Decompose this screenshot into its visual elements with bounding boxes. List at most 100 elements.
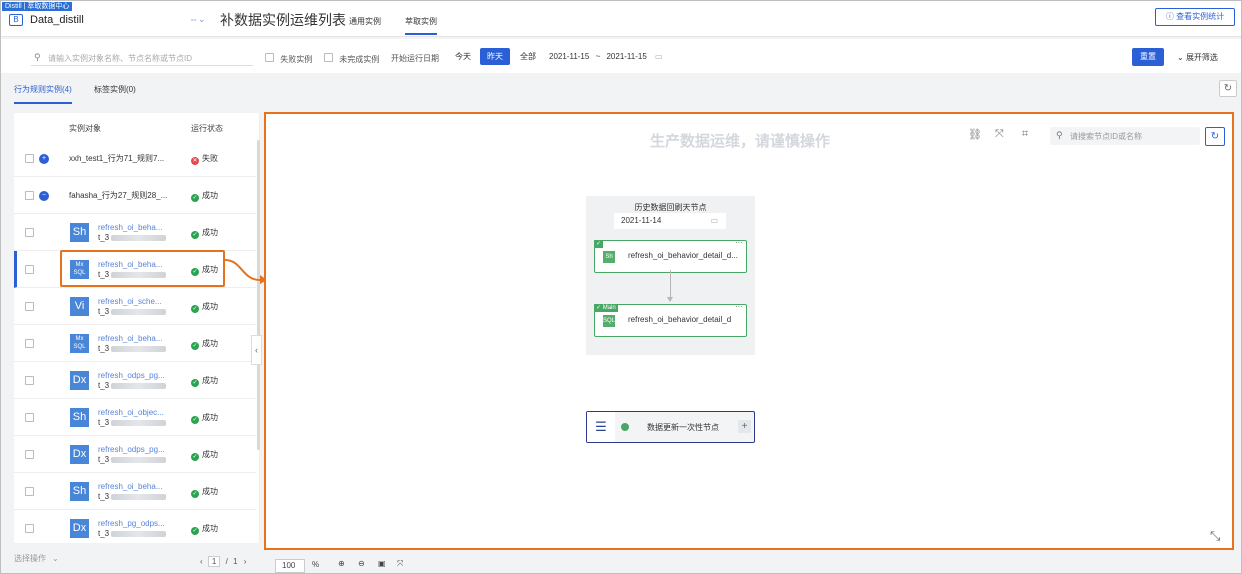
page-input[interactable]: 1 [207, 556, 221, 567]
group-date-picker[interactable]: 2021-11-14 ▭ [614, 213, 726, 229]
dx-node-icon: Dx [70, 445, 89, 464]
row-checkbox[interactable] [25, 302, 34, 311]
expand-icon[interactable]: + [39, 154, 49, 164]
prev-page-icon[interactable]: ‹ [200, 557, 203, 566]
list-item[interactable]: Dx refresh_pg_odps... t_3 ✓ 成功 [14, 510, 256, 543]
range-end: 2021-11-15 [606, 52, 647, 61]
resize-icon[interactable]: ⤡ [1210, 528, 1220, 544]
row-checkbox[interactable] [25, 191, 34, 200]
date-range-picker[interactable]: 2021-11-15 ~ 2021-11-15 ▭ [549, 48, 679, 65]
instance-link[interactable]: refresh_odps_pg... [98, 371, 166, 380]
tab-tag-instances[interactable]: 标签实例(0) [94, 84, 136, 95]
expand-icon[interactable]: ⤧ [995, 128, 1004, 141]
row-checkbox[interactable] [25, 450, 34, 459]
list-item[interactable]: Sh refresh_oi_objec... t_3 ✓ 成功 [14, 399, 256, 436]
instance-table: t_3 [98, 381, 178, 390]
instance-link[interactable]: refresh_pg_odps... [98, 519, 166, 528]
row-checkbox[interactable] [25, 228, 34, 237]
instance-link[interactable]: refresh_oi_beha... [98, 482, 166, 491]
dag-node-shell[interactable]: ✓ Sh refresh_oi_behavior_detail_d... ··· [594, 238, 747, 273]
dag-node-main[interactable]: ✓ Main SQL refresh_oi_behavior_detail_d … [594, 302, 747, 337]
instance-link[interactable]: refresh_odps_pg... [98, 445, 166, 454]
list-item[interactable]: Mx SQL refresh_oi_beha... t_3 ✓ 成功 [14, 325, 256, 362]
instance-link[interactable]: refresh_oi_beha... [98, 223, 166, 232]
incomplete-only-checkbox[interactable] [324, 53, 333, 62]
canvas-refresh-icon[interactable]: ↻ [1205, 127, 1225, 146]
column-header-object: 实例对象 [69, 124, 101, 133]
status-badge: ✓ 成功 [191, 228, 218, 239]
filter-bar: ⚲ 请输入实例对象名称、节点名称或节点ID 失败实例 未完成实例 开始运行日期 … [1, 39, 1241, 73]
row-checkbox[interactable] [25, 154, 34, 163]
calendar-icon: ▭ [655, 52, 663, 61]
expand-filters-button[interactable]: ⌄ 展开筛选 [1177, 52, 1218, 63]
fullscreen-icon[interactable]: ⤧ [397, 559, 403, 569]
tab-behavior-rule-instances[interactable]: 行为规则实例(4) [14, 84, 72, 104]
pagination: ‹ 1 / 1 › [200, 556, 246, 567]
focus-icon[interactable]: ⌗ [1022, 128, 1028, 141]
view-stats-label: 查看实例统计 [1176, 12, 1225, 21]
success-icon: ✓ [191, 305, 199, 313]
zoom-out-icon[interactable]: ⊖ [358, 559, 365, 568]
instance-table: t_3 [98, 418, 178, 427]
page-sep: / [225, 557, 228, 566]
list-item[interactable]: Sh refresh_oi_beha... t_3 ✓ 成功 [14, 473, 256, 510]
failed-only-filter[interactable]: 失败实例 [265, 53, 312, 65]
row-checkbox[interactable] [25, 413, 34, 422]
date-today-button[interactable]: 今天 [448, 48, 478, 65]
swap-chevron-icon: ⇔⌄ [189, 14, 206, 24]
list-item[interactable]: Dx refresh_odps_pg... t_3 ✓ 成功 [14, 362, 256, 399]
more-icon[interactable]: ··· [735, 238, 743, 247]
instance-link[interactable]: refresh_oi_beha... [98, 334, 166, 343]
node-search-input[interactable]: ⚲ 请搜索节点ID或名称 [1050, 127, 1200, 145]
row-checkbox[interactable] [25, 524, 34, 533]
date-all-button[interactable]: 全部 [513, 48, 543, 65]
search-icon: ⚲ [34, 52, 41, 62]
add-icon[interactable]: + [738, 420, 751, 433]
node-label: refresh_oi_behavior_detail_d [628, 315, 732, 324]
instance-link[interactable]: refresh_oi_sche... [98, 297, 166, 306]
list-item[interactable]: Sh refresh_oi_beha... t_3 ✓ 成功 [14, 214, 256, 251]
one-time-node[interactable]: ☰ 数据更新一次性节点 + [586, 411, 755, 443]
refresh-icon[interactable]: ↻ [1219, 80, 1237, 97]
list-item[interactable]: Dx refresh_odps_pg... t_3 ✓ 成功 [14, 436, 256, 473]
row-checkbox[interactable] [25, 265, 34, 274]
top-header: Distill | 萃取数据中心 B Data_distill ⇔⌄ 补数据实例… [1, 1, 1241, 37]
status-badge: ✓ 成功 [191, 487, 218, 498]
date-yesterday-button[interactable]: 昨天 [480, 48, 510, 65]
list-item[interactable]: − fahasha_行为27_规则28_... ✓ 成功 [14, 177, 256, 214]
layout-icon[interactable]: ⛓ [968, 128, 982, 141]
row-checkbox[interactable] [25, 339, 34, 348]
view-stats-button[interactable]: ⓘ 查看实例统计 [1155, 8, 1235, 26]
incomplete-only-label: 未完成实例 [339, 55, 380, 64]
workspace-select[interactable]: B Data_distill ⇔⌄ [7, 13, 209, 29]
failed-only-checkbox[interactable] [265, 53, 274, 62]
node-search-placeholder: 请搜索节点ID或名称 [1070, 132, 1142, 141]
tab-distill-instances[interactable]: 萃取实例 [405, 16, 437, 35]
reset-button[interactable]: 重置 [1132, 48, 1164, 66]
list-item[interactable]: Vi refresh_oi_sche... t_3 ✓ 成功 [14, 288, 256, 325]
next-page-icon[interactable]: › [244, 557, 247, 566]
instance-search-input[interactable]: ⚲ 请输入实例对象名称、节点名称或节点ID [31, 50, 253, 66]
zoom-input[interactable]: 100 [275, 559, 305, 573]
more-icon[interactable]: ··· [735, 302, 743, 311]
success-icon: ✓ [191, 342, 199, 350]
dag-canvas[interactable]: 生产数据运维，请谨慎操作 ⛓ ⤧ ⌗ ⚲ 请搜索节点ID或名称 ↻ 历史数据回刷… [264, 112, 1234, 550]
batch-action-select[interactable]: 选择操作 ⌄ [14, 553, 59, 564]
success-icon: ✓ [191, 527, 199, 535]
instance-link[interactable]: refresh_oi_objec... [98, 408, 166, 417]
callout-arrow [224, 259, 267, 284]
incomplete-only-filter[interactable]: 未完成实例 [324, 53, 379, 65]
fit-view-icon[interactable]: ▣ [378, 559, 386, 568]
status-badge: ✕ 失败 [191, 154, 218, 165]
double-chevron-down-icon: ⌄ [1177, 53, 1186, 62]
status-badge: ✓ 成功 [191, 339, 218, 350]
collapse-icon[interactable]: − [39, 191, 49, 201]
zoom-in-icon[interactable]: ⊕ [338, 559, 345, 568]
row-checkbox[interactable] [25, 376, 34, 385]
success-icon: ✓ [191, 416, 199, 424]
list-item[interactable]: + xxh_test1_行为71_规则7... ✕ 失败 [14, 140, 256, 177]
list-scrollbar[interactable] [257, 140, 260, 450]
row-checkbox[interactable] [25, 487, 34, 496]
collapse-panel-icon[interactable]: ‹ [251, 335, 262, 365]
tab-general-instances[interactable]: 通用实例 [349, 16, 381, 27]
